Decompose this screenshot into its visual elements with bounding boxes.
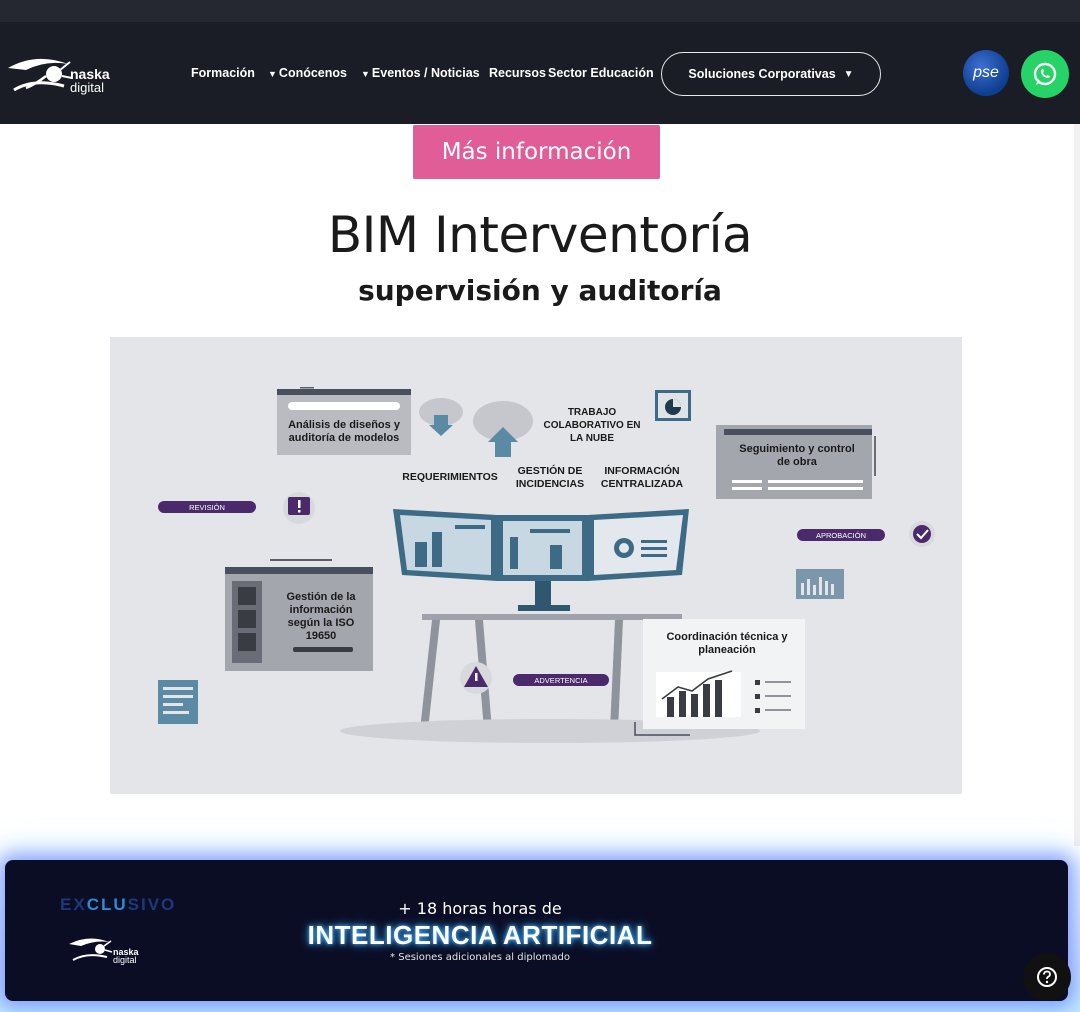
pill-revision: REVISIÓN xyxy=(158,501,256,513)
help-button[interactable] xyxy=(1023,953,1071,1001)
nav-item-eventos[interactable]: ▼ Eventos / Noticias xyxy=(361,66,480,80)
nav-item-sector-educacion[interactable]: Sector Educación xyxy=(548,66,654,80)
label-seguimiento: Seguimiento y control de obra xyxy=(739,443,855,468)
label-analisis: Análisis de diseños y auditoría de model… xyxy=(288,419,400,444)
caret-down-icon: ▼ xyxy=(268,69,277,79)
pill-aprobacion: APROBACIÓN xyxy=(797,529,885,541)
bim-illustration-graphic xyxy=(158,387,935,743)
whatsapp-icon xyxy=(1033,62,1057,86)
banner-note: * Sesiones adicionales al diplomado xyxy=(390,952,570,963)
label-trabajo-colaborativo: TRABAJO COLABORATIVO EN LA NUBE xyxy=(543,407,641,444)
help-icon xyxy=(1037,967,1057,987)
soluciones-corporativas-button[interactable]: Soluciones Corporativas ▼ xyxy=(661,52,881,96)
whatsapp-button[interactable] xyxy=(1021,50,1069,98)
main-nav: naska digital Formación ▼ Conócenos ▼ Even… xyxy=(0,22,1080,124)
label-coordinacion: Coordinación técnica y planeación xyxy=(666,631,788,656)
nav-item-eventos-label: Eventos / Noticias xyxy=(371,66,480,80)
nav-item-conocenos-label: Conócenos xyxy=(278,66,347,80)
page-title: BIM Interventoría xyxy=(327,206,753,264)
page-subtitle: supervisión y auditoría xyxy=(358,274,722,307)
label-gestion-incidencias: GESTIÓN DE INCIDENCIAS xyxy=(515,465,585,490)
nav-item-formacion[interactable]: Formación xyxy=(191,66,255,80)
browser-top-strip xyxy=(0,0,1080,22)
mas-informacion-button[interactable]: Más información xyxy=(413,125,660,179)
logo-line2: digital xyxy=(70,80,104,95)
naska-logo-wordmark: naska digital xyxy=(70,67,110,95)
caret-down-icon: ▼ xyxy=(361,69,370,79)
nav-item-recursos[interactable]: Recursos xyxy=(489,66,546,80)
banner-hours-text: + 18 horas horas de xyxy=(398,899,562,918)
caret-down-icon: ▼ xyxy=(843,68,854,80)
label-informacion-centralizada: INFORMACIÓN CENTRALIZADA xyxy=(600,465,684,490)
pse-payment-button[interactable]: pse xyxy=(963,50,1009,96)
label-requerimientos: REQUERIMIENTOS xyxy=(402,471,498,483)
bim-illustration: Análisis de diseños y auditoría de model… xyxy=(110,337,962,794)
ai-hours-banner[interactable]: EXCLUSIVO naska digital + 18 horas horas… xyxy=(5,860,1068,1001)
nav-item-conocenos[interactable]: ▼ Conócenos xyxy=(268,66,347,80)
pill-advertencia: ADVERTENCIA xyxy=(513,674,609,686)
label-gestion-informacion: Gestión de la información según la ISO 1… xyxy=(286,591,356,642)
pse-label: pse xyxy=(973,64,999,81)
soluciones-corporativas-label: Soluciones Corporativas xyxy=(688,67,836,81)
banner-headline: INTELIGENCIA ARTIFICIAL xyxy=(307,920,653,950)
